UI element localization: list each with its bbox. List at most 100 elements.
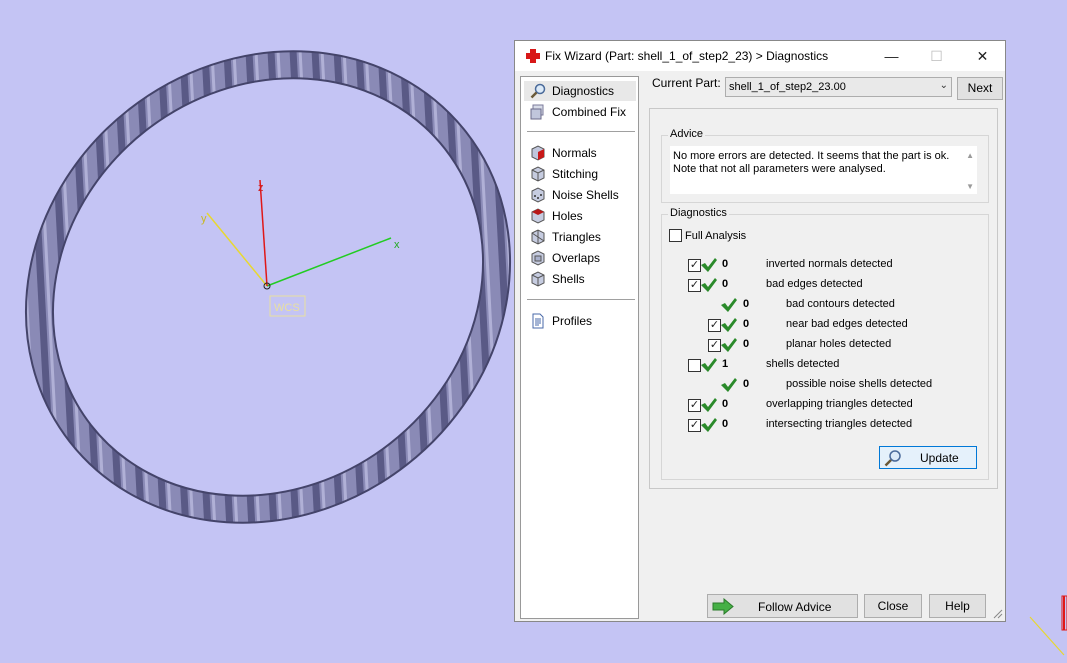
diagnostic-description: intersecting triangles detected: [766, 418, 913, 430]
wizard-nav: Diagnostics Combined Fix Normals Stitchi…: [520, 76, 639, 619]
nav-item-label: Noise Shells: [552, 188, 619, 202]
nav-item-label: Shells: [552, 272, 585, 286]
secondary-axes-fragment: [1029, 595, 1067, 656]
magnifier-icon: [530, 83, 546, 99]
diagnostic-count: 0: [722, 418, 729, 430]
green-check-icon: [721, 338, 737, 352]
diagnostic-row: 1 shells detected: [662, 357, 982, 375]
nav-item-normals[interactable]: Normals: [524, 143, 636, 163]
green-check-icon: [701, 278, 717, 292]
diagnostic-count: 0: [743, 298, 750, 310]
chevron-down-icon: ⌄: [939, 80, 948, 91]
nav-item-label: Stitching: [552, 167, 599, 181]
close-button[interactable]: Close: [864, 594, 922, 618]
diagnostic-count: 0: [722, 398, 729, 410]
nav-item-triangles[interactable]: Triangles: [524, 227, 636, 247]
nav-item-noise-shells[interactable]: Noise Shells: [524, 185, 636, 205]
nav-item-stitching[interactable]: Stitching: [524, 164, 636, 184]
diagnostic-description: overlapping triangles detected: [766, 398, 913, 410]
minimize-button[interactable]: —: [869, 41, 914, 71]
diagnostics-panel: Advice No more errors are detected. It s…: [649, 108, 998, 489]
advice-title: Advice: [668, 128, 706, 140]
scroll-up-icon[interactable]: ▲: [966, 151, 974, 160]
diagnostic-count: 0: [743, 378, 750, 390]
nav-item-overlaps[interactable]: Overlaps: [524, 248, 636, 268]
diagnostic-row: ✓ 0 bad edges detected: [662, 277, 982, 295]
help-button[interactable]: Help: [929, 594, 986, 618]
cubes-icon: [530, 104, 544, 120]
green-check-icon: [721, 298, 737, 312]
stitch-cube-icon: [531, 166, 545, 182]
diagnostics-title: Diagnostics: [668, 207, 729, 219]
diagnostic-description: shells detected: [766, 358, 840, 370]
maximize-button[interactable]: ☐: [914, 41, 959, 71]
diagnostic-count: 0: [722, 278, 729, 290]
diagnostic-description: near bad edges detected: [786, 318, 908, 330]
wcs-label: WCS: [274, 302, 300, 314]
nav-item-label: Combined Fix: [552, 105, 627, 119]
advice-box: No more errors are detected. It seems th…: [670, 146, 977, 194]
diagnostic-row: ✓ 0 planar holes detected: [662, 337, 982, 355]
green-check-icon: [701, 418, 717, 432]
diagnostics-group: Diagnostics Full Analysis ✓ 0 inverted nor…: [661, 207, 989, 480]
nav-item-profiles[interactable]: Profiles: [524, 311, 636, 331]
diagnostic-description: bad edges detected: [766, 278, 863, 290]
title-bar[interactable]: Fix Wizard (Part: shell_1_of_step2_23) >…: [515, 41, 1005, 71]
green-check-icon: [701, 258, 717, 272]
nav-item-diagnostics[interactable]: Diagnostics: [524, 81, 636, 101]
diagnostic-row: ✓ 0 near bad edges detected: [662, 317, 982, 335]
diagnostic-count: 0: [722, 258, 729, 270]
update-label: Update: [920, 451, 959, 465]
fix-wizard-dialog: Fix Wizard (Part: shell_1_of_step2_23) >…: [514, 40, 1006, 622]
red-cross-icon: [526, 49, 540, 63]
diagnostic-count: 1: [722, 358, 729, 370]
nav-item-combined-fix[interactable]: Combined Fix: [524, 102, 636, 122]
wcs-axes: x y z WCS: [201, 179, 400, 317]
nav-divider: [527, 299, 635, 300]
document-icon: [532, 313, 544, 329]
full-analysis-label: Full Analysis: [685, 230, 747, 242]
update-button[interactable]: Update: [879, 446, 977, 469]
shell-cube-icon: [531, 271, 545, 287]
hole-cube-icon: [531, 208, 545, 224]
diagnostic-description: bad contours detected: [786, 298, 895, 310]
diagnostic-description: possible noise shells detected: [786, 378, 933, 390]
diagnostic-row: ✓ 0 intersecting triangles detected: [662, 417, 982, 435]
full-analysis-checkbox[interactable]: [669, 229, 682, 242]
cube-red-icon: [531, 145, 545, 161]
axis-x-label: x: [394, 239, 400, 251]
axis-z-label: z: [258, 182, 264, 194]
current-part-select[interactable]: shell_1_of_step2_23.00 ⌄: [725, 77, 952, 97]
arrow-right-icon: [712, 598, 734, 615]
diagnostic-row: 0 possible noise shells detected: [662, 377, 982, 395]
twisted-ring-model: [25, 50, 511, 524]
diagnostic-description: planar holes detected: [786, 338, 892, 350]
nav-item-label: Normals: [552, 146, 597, 160]
close-window-button[interactable]: ✕: [960, 41, 1005, 71]
scroll-down-icon[interactable]: ▼: [966, 182, 974, 191]
diagnostic-row: ✓ 0 overlapping triangles detected: [662, 397, 982, 415]
resize-grip-icon[interactable]: [993, 609, 1003, 619]
nav-item-label: Holes: [552, 209, 583, 223]
nav-item-holes[interactable]: Holes: [524, 206, 636, 226]
diagnostic-count: 0: [743, 338, 750, 350]
diagnostic-description: inverted normals detected: [766, 258, 893, 270]
dialog-title: Fix Wizard (Part: shell_1_of_step2_23) >…: [545, 49, 829, 63]
noise-cube-icon: [531, 187, 545, 203]
nav-item-label: Profiles: [552, 314, 593, 328]
magnifier-icon: [884, 450, 901, 467]
green-check-icon: [701, 398, 717, 412]
current-part-value: shell_1_of_step2_23.00: [729, 81, 846, 93]
axis-y-label: y: [201, 213, 207, 225]
follow-advice-button[interactable]: Follow Advice: [707, 594, 858, 618]
green-check-icon: [721, 378, 737, 392]
nav-item-label: Overlaps: [552, 251, 601, 265]
nav-item-label: Diagnostics: [552, 84, 615, 98]
green-check-icon: [721, 318, 737, 332]
advice-text: No more errors are detected. It seems th…: [673, 150, 950, 175]
nav-item-shells[interactable]: Shells: [524, 269, 636, 289]
green-check-icon: [701, 358, 717, 372]
next-button[interactable]: Next: [957, 77, 1003, 100]
follow-advice-label: Follow Advice: [758, 600, 832, 614]
nav-divider: [527, 131, 635, 132]
